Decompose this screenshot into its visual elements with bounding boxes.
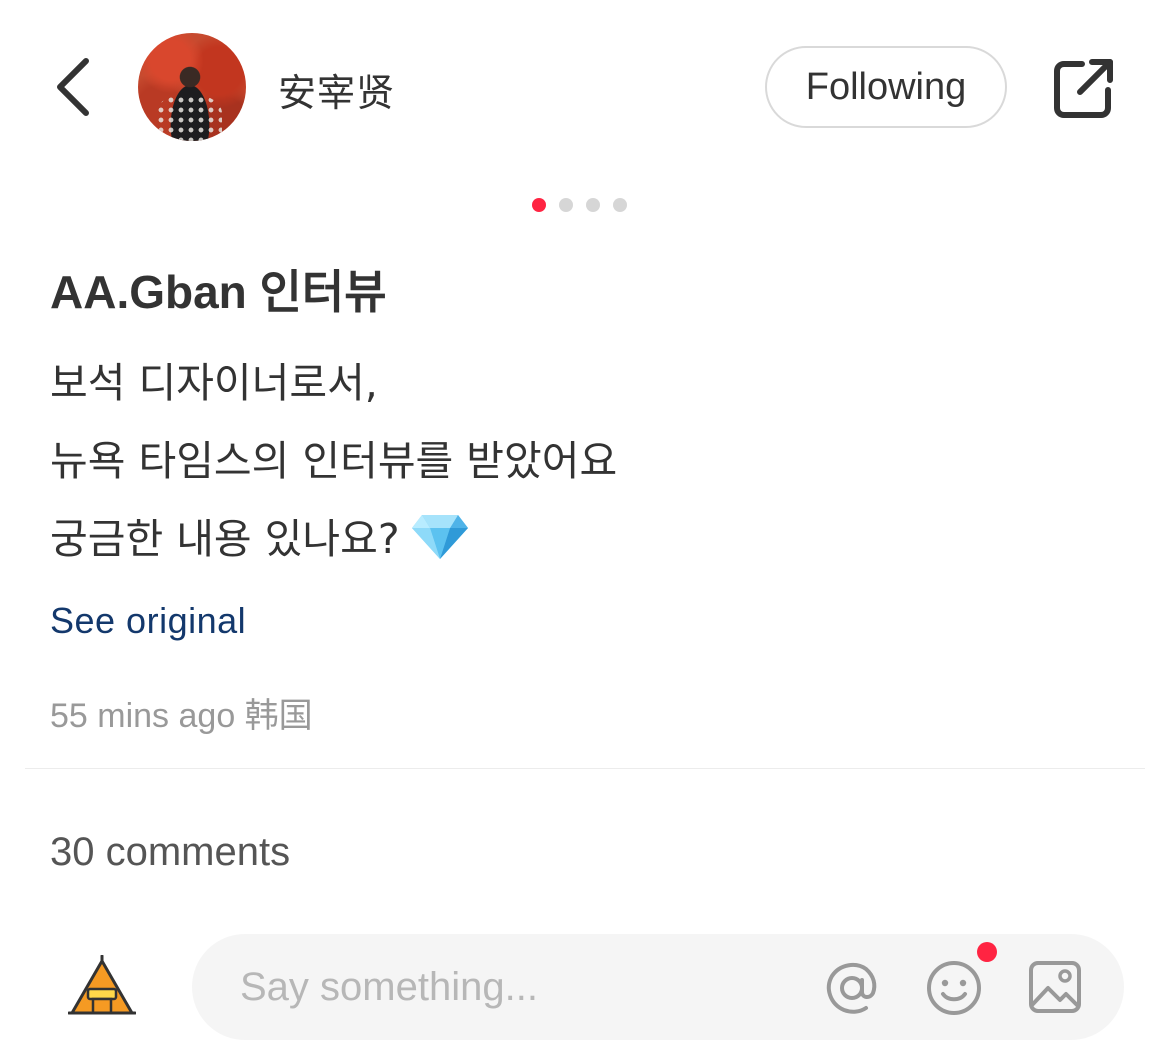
notification-dot [977,942,997,962]
post-body-line: 뉴욕 타임스의 인터뷰를 받았어요 [50,437,618,485]
post-detail-page: 安宰贤 Following AA.Gban 인터뷰 보석 디자이너로서, 뉴욕 … [0,0,1170,1056]
carousel-indicator [532,198,627,212]
see-original-link[interactable]: See original [50,600,246,642]
comment-placeholder: Say something... [240,965,538,1009]
post-body: 보석 디자이너로서, 뉴욕 타임스의 인터뷰를 받았어요 궁금한 내용 있나요? [50,350,617,584]
following-button[interactable]: Following [765,46,1007,128]
post-title: AA.Gban 인터뷰 [50,266,387,318]
tent-avatar-icon[interactable] [68,955,136,1017]
back-arrow-icon[interactable] [52,55,96,119]
share-icon[interactable] [1052,56,1116,120]
carousel-dot-active [532,198,546,212]
image-icon[interactable] [1028,960,1082,1014]
carousel-dot [559,198,573,212]
post-body-line-text: 궁금한 내용 있나요? [50,515,400,563]
divider [25,768,1145,769]
post-body-line: 궁금한 내용 있나요? [50,506,617,584]
avatar-pattern [156,95,222,141]
at-icon[interactable] [822,958,882,1018]
emoji-icon[interactable] [924,958,984,1018]
post-body-line: 보석 디자이너로서, [50,359,378,407]
post-meta: 55 mins ago 韩国 [50,697,313,735]
comments-count: 30 comments [50,830,291,874]
comment-input[interactable]: Say something... [192,934,1124,1040]
carousel-dot [586,198,600,212]
username[interactable]: 安宰贤 [278,62,395,117]
carousel-dot [613,198,627,212]
avatar[interactable] [138,33,246,141]
gem-stone-icon [411,515,468,559]
